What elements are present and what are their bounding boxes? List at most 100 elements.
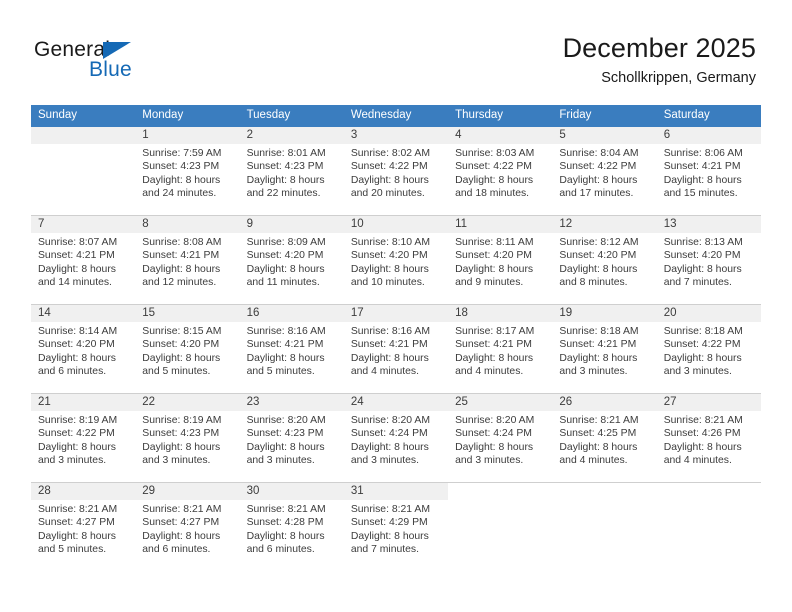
calendar-day-cell[interactable]: 12 Sunrise: 8:12 AM Sunset: 4:20 PM Dayligh… xyxy=(552,216,657,305)
day-cell-inner xyxy=(31,127,136,216)
calendar-day-cell[interactable]: 15 Sunrise: 8:15 AM Sunset: 4:20 PM Dayligh… xyxy=(135,305,240,394)
calendar-day-cell[interactable]: 29 Sunrise: 8:21 AM Sunset: 4:27 PM Dayligh… xyxy=(135,483,240,572)
day-info: Sunrise: 8:11 AM Sunset: 4:20 PM Daylight:… xyxy=(448,233,552,289)
weekday-header-sunday: Sunday xyxy=(31,105,136,127)
day-number: 24 xyxy=(343,394,449,411)
day-cell-inner: 22 Sunrise: 8:19 AM Sunset: 4:23 PM Dayligh… xyxy=(135,394,240,483)
day-number: 31 xyxy=(343,483,449,500)
day-cell-inner: 21 Sunrise: 8:19 AM Sunset: 4:22 PM Dayligh… xyxy=(31,394,136,483)
calendar-day-cell[interactable]: 25 Sunrise: 8:20 AM Sunset: 4:24 PM Dayligh… xyxy=(448,394,553,483)
calendar-day-cell[interactable]: 20 Sunrise: 8:18 AM Sunset: 4:22 PM Dayligh… xyxy=(656,305,761,394)
day-number: 14 xyxy=(31,305,136,322)
calendar-day-cell[interactable]: 22 Sunrise: 8:19 AM Sunset: 4:23 PM Dayligh… xyxy=(135,394,240,483)
daylight-text-line2: and 9 minutes. xyxy=(455,276,524,288)
calendar-day-cell[interactable]: 31 Sunrise: 8:21 AM Sunset: 4:29 PM Dayligh… xyxy=(343,483,449,572)
sunset-text: Sunset: 4:22 PM xyxy=(559,161,637,173)
sunset-text: Sunset: 4:29 PM xyxy=(350,517,428,529)
title-block: December 2025 Schollkrippen, Germany xyxy=(563,31,756,88)
daylight-text-line2: and 6 minutes. xyxy=(38,365,107,377)
calendar-day-cell[interactable]: 17 Sunrise: 8:16 AM Sunset: 4:21 PM Dayligh… xyxy=(343,305,449,394)
daylight-text-line1: Daylight: 8 hours xyxy=(142,352,221,364)
calendar-day-cell[interactable]: 21 Sunrise: 8:19 AM Sunset: 4:22 PM Dayligh… xyxy=(31,394,136,483)
day-number: 13 xyxy=(656,216,761,233)
daylight-text-line1: Daylight: 8 hours xyxy=(663,352,742,364)
day-cell-inner: 8 Sunrise: 8:08 AM Sunset: 4:21 PM Daylight… xyxy=(135,216,240,305)
daylight-text-line2: and 3 minutes. xyxy=(663,365,732,377)
sunrise-text: Sunrise: 8:03 AM xyxy=(455,148,535,159)
day-cell-inner: 15 Sunrise: 8:15 AM Sunset: 4:20 PM Dayligh… xyxy=(135,305,240,394)
daylight-text-line2: and 24 minutes. xyxy=(142,187,217,199)
day-cell-inner: 19 Sunrise: 8:18 AM Sunset: 4:21 PM Dayligh… xyxy=(552,305,657,394)
sunrise-text: Sunrise: 8:17 AM xyxy=(455,326,535,337)
calendar-day-cell[interactable]: 28 Sunrise: 8:21 AM Sunset: 4:27 PM Dayligh… xyxy=(31,483,136,572)
calendar-day-cell[interactable]: 14 Sunrise: 8:14 AM Sunset: 4:20 PM Dayligh… xyxy=(31,305,136,394)
daylight-text-line2: and 3 minutes. xyxy=(455,454,524,466)
day-number: 30 xyxy=(239,483,344,500)
calendar-day-cell[interactable]: 6 Sunrise: 8:06 AM Sunset: 4:21 PM Daylight… xyxy=(656,127,761,216)
page-subtitle: Schollkrippen, Germany xyxy=(601,70,756,86)
calendar-day-cell[interactable] xyxy=(448,483,553,572)
sunrise-text: Sunrise: 8:10 AM xyxy=(350,237,430,248)
calendar-day-cell[interactable]: 1 Sunrise: 7:59 AM Sunset: 4:23 PM Daylight… xyxy=(135,127,240,216)
calendar-day-cell[interactable] xyxy=(656,483,761,572)
daylight-text-line2: and 5 minutes. xyxy=(142,365,211,377)
calendar-day-cell[interactable] xyxy=(552,483,657,572)
calendar-day-cell[interactable]: 9 Sunrise: 8:09 AM Sunset: 4:20 PM Daylight… xyxy=(239,216,344,305)
sunset-text: Sunset: 4:20 PM xyxy=(455,250,532,262)
calendar-day-cell[interactable]: 23 Sunrise: 8:20 AM Sunset: 4:23 PM Dayligh… xyxy=(239,394,344,483)
sunset-text: Sunset: 4:23 PM xyxy=(142,161,220,173)
calendar-day-cell[interactable]: 7 Sunrise: 8:07 AM Sunset: 4:21 PM Daylight… xyxy=(31,216,136,305)
day-cell-inner: 23 Sunrise: 8:20 AM Sunset: 4:23 PM Dayligh… xyxy=(239,394,344,483)
calendar-day-cell[interactable]: 4 Sunrise: 8:03 AM Sunset: 4:22 PM Daylight… xyxy=(448,127,553,216)
calendar-day-cell[interactable]: 24 Sunrise: 8:20 AM Sunset: 4:24 PM Dayligh… xyxy=(343,394,449,483)
daylight-text-line1: Daylight: 8 hours xyxy=(38,352,116,364)
daylight-text-line2: and 4 minutes. xyxy=(455,365,524,377)
daylight-text-line1: Daylight: 8 hours xyxy=(663,263,742,275)
brand-logo[interactable]: General Blue xyxy=(34,38,214,86)
calendar-day-cell[interactable]: 18 Sunrise: 8:17 AM Sunset: 4:21 PM Dayligh… xyxy=(448,305,553,394)
calendar-day-cell[interactable]: 27 Sunrise: 8:21 AM Sunset: 4:26 PM Dayligh… xyxy=(656,394,761,483)
sunset-text: Sunset: 4:20 PM xyxy=(246,250,324,262)
sunset-text: Sunset: 4:22 PM xyxy=(38,428,115,440)
sunset-text: Sunset: 4:26 PM xyxy=(663,428,741,440)
daylight-text-line2: and 4 minutes. xyxy=(663,454,732,466)
day-info: Sunrise: 8:02 AM Sunset: 4:22 PM Daylight:… xyxy=(344,144,448,200)
sunset-text: Sunset: 4:22 PM xyxy=(350,161,428,173)
day-info: Sunrise: 8:16 AM Sunset: 4:21 PM Daylight:… xyxy=(344,322,448,378)
calendar-day-cell[interactable]: 19 Sunrise: 8:18 AM Sunset: 4:21 PM Dayligh… xyxy=(552,305,657,394)
day-info: Sunrise: 8:18 AM Sunset: 4:22 PM Daylight:… xyxy=(657,322,761,378)
calendar-day-cell[interactable]: 3 Sunrise: 8:02 AM Sunset: 4:22 PM Daylight… xyxy=(343,127,449,216)
calendar-day-cell[interactable]: 8 Sunrise: 8:08 AM Sunset: 4:21 PM Daylight… xyxy=(135,216,240,305)
calendar-week-row: 7 Sunrise: 8:07 AM Sunset: 4:21 PM Daylight… xyxy=(31,216,761,305)
day-number: 9 xyxy=(239,216,344,233)
daylight-text-line1: Daylight: 8 hours xyxy=(246,352,325,364)
day-cell-inner: 18 Sunrise: 8:17 AM Sunset: 4:21 PM Dayligh… xyxy=(448,305,553,394)
daylight-text-line1: Daylight: 8 hours xyxy=(246,174,325,186)
sunrise-text: Sunrise: 8:21 AM xyxy=(350,504,430,515)
daylight-text-line1: Daylight: 8 hours xyxy=(350,352,429,364)
calendar-day-cell[interactable]: 2 Sunrise: 8:01 AM Sunset: 4:23 PM Daylight… xyxy=(239,127,344,216)
calendar-day-cell[interactable]: 30 Sunrise: 8:21 AM Sunset: 4:28 PM Dayligh… xyxy=(239,483,344,572)
sunset-text: Sunset: 4:24 PM xyxy=(455,428,532,440)
sunrise-text: Sunrise: 8:20 AM xyxy=(455,415,535,426)
sunrise-text: Sunrise: 8:02 AM xyxy=(350,148,430,159)
calendar-day-cell[interactable]: 26 Sunrise: 8:21 AM Sunset: 4:25 PM Dayligh… xyxy=(552,394,657,483)
day-number: 17 xyxy=(343,305,449,322)
day-info: Sunrise: 8:21 AM Sunset: 4:25 PM Daylight:… xyxy=(552,411,656,467)
calendar-day-cell[interactable]: 5 Sunrise: 8:04 AM Sunset: 4:22 PM Daylight… xyxy=(552,127,657,216)
day-number: 4 xyxy=(448,127,553,144)
sunrise-text: Sunrise: 8:12 AM xyxy=(559,237,639,248)
calendar-week-row: 1 Sunrise: 7:59 AM Sunset: 4:23 PM Daylight… xyxy=(31,127,761,216)
calendar-day-cell[interactable]: 13 Sunrise: 8:13 AM Sunset: 4:20 PM Dayligh… xyxy=(656,216,761,305)
sunrise-text: Sunrise: 8:16 AM xyxy=(350,326,430,337)
sunrise-text: Sunrise: 8:19 AM xyxy=(38,415,118,426)
calendar-day-cell[interactable] xyxy=(31,127,136,216)
day-info: Sunrise: 7:59 AM Sunset: 4:23 PM Daylight:… xyxy=(135,144,239,200)
calendar-day-cell[interactable]: 16 Sunrise: 8:16 AM Sunset: 4:21 PM Dayligh… xyxy=(239,305,344,394)
day-number: 8 xyxy=(135,216,240,233)
daylight-text-line1: Daylight: 8 hours xyxy=(38,530,116,542)
calendar-day-cell[interactable]: 11 Sunrise: 8:11 AM Sunset: 4:20 PM Dayligh… xyxy=(448,216,553,305)
day-cell-inner: 27 Sunrise: 8:21 AM Sunset: 4:26 PM Dayligh… xyxy=(656,394,761,483)
calendar-day-cell[interactable]: 10 Sunrise: 8:10 AM Sunset: 4:20 PM Dayligh… xyxy=(343,216,449,305)
day-info: Sunrise: 8:20 AM Sunset: 4:23 PM Daylight:… xyxy=(240,411,344,467)
